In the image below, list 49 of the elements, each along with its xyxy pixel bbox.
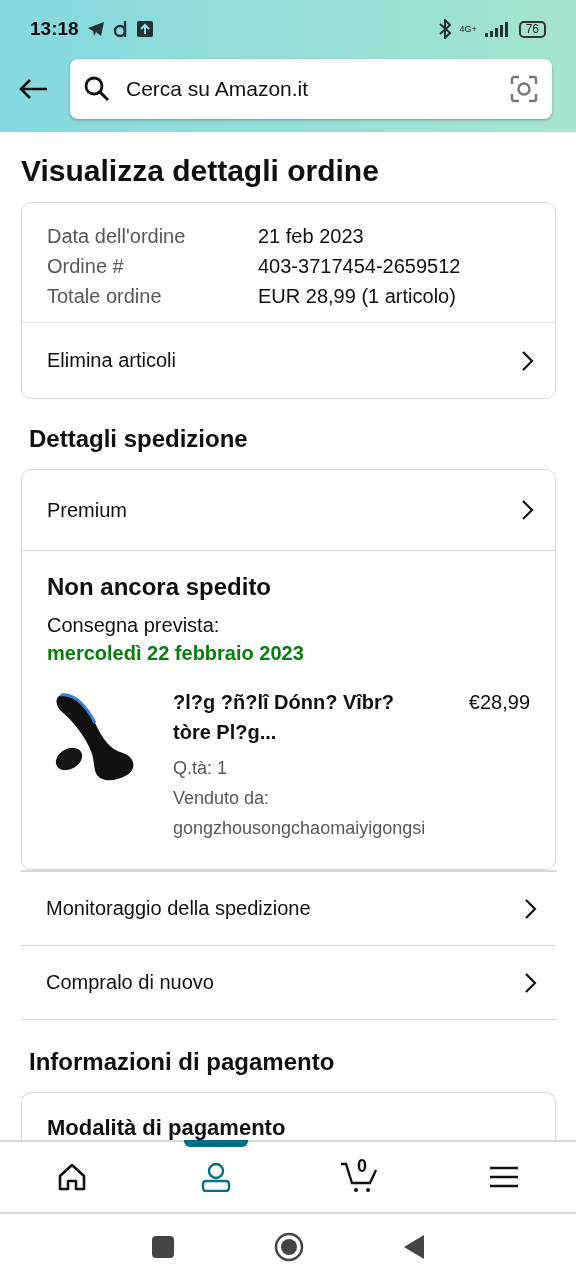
chevron-right-icon bbox=[521, 499, 535, 521]
delivery-label: Consegna prevista: bbox=[47, 613, 221, 638]
battery-level: 76 bbox=[518, 20, 546, 38]
chevron-right-icon bbox=[521, 349, 535, 372]
status-time: 13:18 bbox=[30, 18, 79, 40]
search-bar[interactable]: Cerca su Amazon.it bbox=[70, 59, 552, 119]
page-title: Visualizza dettagli ordine bbox=[21, 154, 380, 188]
summary-label: Data dell'ordine bbox=[47, 224, 187, 249]
product-price: €28,99 bbox=[468, 690, 530, 715]
chevron-right-icon bbox=[524, 897, 538, 920]
chevron-right-icon bbox=[524, 971, 538, 994]
section-heading: Dettagli spedizione bbox=[28, 425, 249, 453]
quantity: Q.tà: 1 bbox=[173, 757, 229, 780]
summary-value: EUR 28,99 (1 articolo) bbox=[258, 284, 457, 309]
search-input[interactable]: Cerca su Amazon.it bbox=[124, 76, 496, 102]
active-indicator bbox=[184, 1140, 248, 1147]
shipping-method-row[interactable]: Premium bbox=[22, 470, 555, 550]
camera-scan-icon[interactable] bbox=[510, 75, 538, 103]
bluetooth-icon bbox=[439, 19, 452, 39]
cart-tab[interactable]: 0 bbox=[288, 1142, 432, 1212]
menu-icon bbox=[490, 1166, 518, 1188]
letter-d-icon bbox=[112, 20, 129, 38]
upload-icon bbox=[136, 21, 153, 37]
person-icon bbox=[201, 1162, 231, 1192]
back-arrow-icon[interactable] bbox=[18, 78, 48, 100]
cart-icon bbox=[340, 1161, 380, 1193]
summary-value: 403-3717454-2659512 bbox=[258, 254, 462, 279]
home-icon bbox=[57, 1163, 87, 1191]
seller-label: Venduto da: bbox=[173, 787, 271, 810]
summary-label: Totale ordine bbox=[47, 284, 163, 309]
summary-label: Ordine # bbox=[47, 254, 125, 279]
payment-method-title: Modalità di pagamento bbox=[47, 1115, 286, 1140]
product-title[interactable]: ?l?g ?ñ?lî Dónn? Vîbr? tòre Pl?g... bbox=[173, 687, 433, 747]
summary-value: 21 feb 2023 bbox=[258, 224, 365, 249]
back-button[interactable] bbox=[404, 1235, 424, 1259]
cart-count: 0 bbox=[357, 1156, 367, 1177]
delivery-date: mercoledì 22 febbraio 2023 bbox=[47, 641, 305, 666]
shipment-status: Non ancora spedito bbox=[47, 573, 273, 601]
network-type: 4G+ bbox=[459, 24, 477, 34]
action-row[interactable]: Monitoraggio della spedizione bbox=[21, 872, 556, 946]
section-heading: Informazioni di pagamento bbox=[28, 1048, 336, 1076]
signal-icon bbox=[484, 21, 511, 37]
remove-items-row[interactable]: Elimina articoli bbox=[22, 322, 555, 398]
paper-plane-icon bbox=[86, 21, 105, 37]
home-button[interactable] bbox=[274, 1232, 304, 1262]
seller-name: gongzhousongchaomaiyigongsi bbox=[173, 817, 427, 840]
search-icon bbox=[84, 76, 110, 102]
recents-button[interactable] bbox=[152, 1236, 174, 1258]
action-row[interactable]: Compralo di nuovo bbox=[21, 946, 556, 1020]
